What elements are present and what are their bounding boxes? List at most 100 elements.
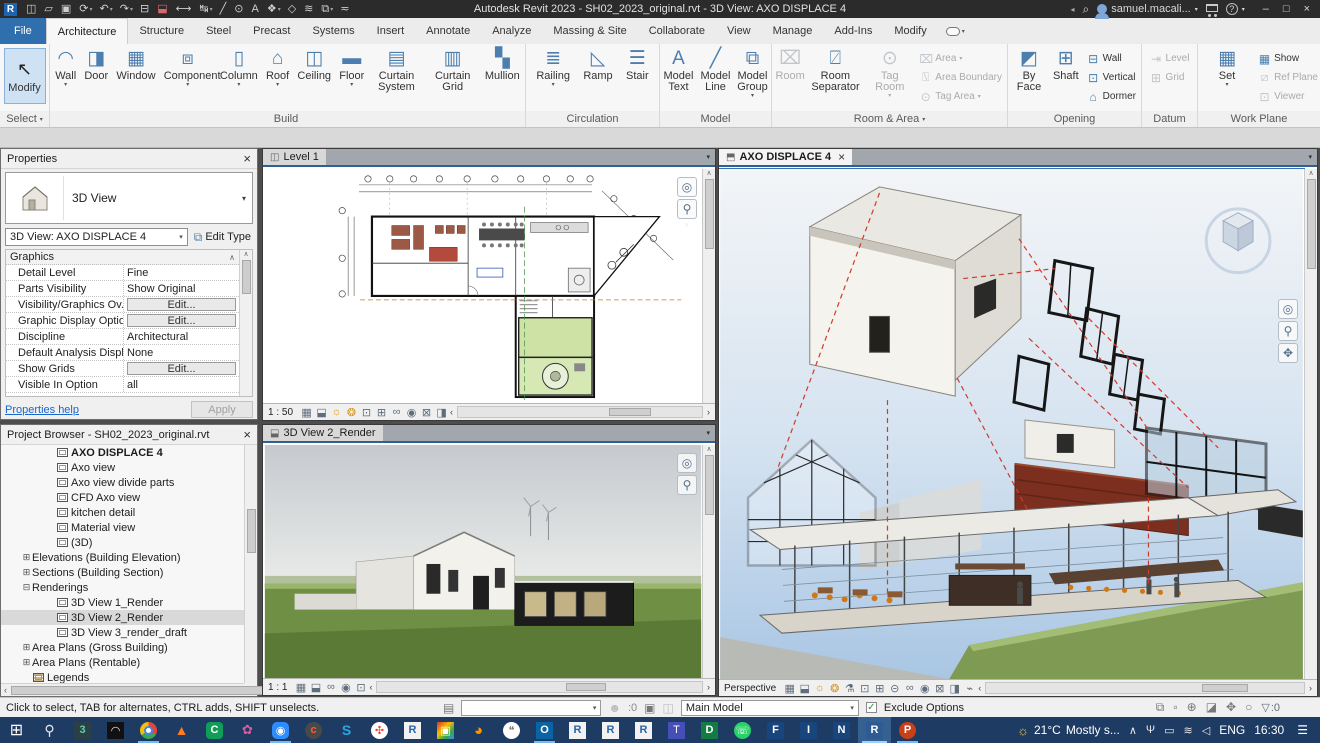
steering-wheel-icon[interactable]: ◎ <box>677 177 697 197</box>
ribbon-tab[interactable]: Structure <box>128 18 195 44</box>
revit-logo-icon[interactable]: R <box>4 2 17 16</box>
whatsapp-icon[interactable]: ☏ <box>726 717 759 743</box>
chat-app-icon[interactable]: ❝ <box>495 717 528 743</box>
ribbon-small-button[interactable]: ⊞ Grid <box>1148 69 1192 86</box>
properties-header[interactable]: Properties × <box>1 149 257 169</box>
print-icon[interactable]: ⊟ <box>137 1 153 17</box>
type-selector-arrow-icon[interactable]: ▾ <box>236 194 252 203</box>
tab-level1[interactable]: ◫ Level 1 <box>263 149 326 165</box>
drag-on-selection-icon[interactable]: ✥ <box>1226 700 1236 715</box>
tree-item[interactable]: Axo view <box>1 460 244 475</box>
tree-expander-icon[interactable]: ⊞ <box>21 567 32 578</box>
browser-vertical-scrollbar[interactable] <box>244 445 257 683</box>
minimize-button[interactable]: – <box>1263 3 1269 15</box>
view-tab-menu-icon[interactable]: ▾ <box>701 425 715 441</box>
panel-caption-room-area[interactable]: Room & Area ▾ <box>772 111 1007 127</box>
tree-item[interactable]: ⊟ Renderings <box>1 580 244 595</box>
properties-help-link[interactable]: Properties help <box>5 404 79 416</box>
tree-item[interactable]: 3D View 1_Render <box>1 595 244 610</box>
perspective-indicator[interactable]: Perspective <box>724 683 776 694</box>
tab-axo-displace-4[interactable]: ⬒ AXO DISPLACE 4 × <box>719 149 853 165</box>
type-selector[interactable]: 3D View ▾ <box>5 172 253 224</box>
tree-item[interactable]: Legends <box>1 670 244 683</box>
chrome-icon[interactable] <box>132 717 165 743</box>
scroll-left-icon[interactable]: ‹ <box>369 682 372 692</box>
ribbon-button[interactable]: ⌧ Room <box>772 46 807 101</box>
ribbon-button[interactable]: ▤ Curtain System <box>370 46 424 101</box>
detail-line-icon[interactable]: ╱ <box>217 1 231 17</box>
scrollbar-thumb[interactable] <box>565 683 606 691</box>
ribbon-tab[interactable]: Add-Ins <box>823 18 883 44</box>
scrollbar-thumb[interactable] <box>246 509 256 553</box>
ribbon-button[interactable]: ≣ Railing ▾ <box>533 46 573 90</box>
tree-item[interactable]: Material view <box>1 520 244 535</box>
render-canvas[interactable]: ◎ ⚲ <box>263 445 703 678</box>
property-row[interactable]: Visibility/Graphics Ov... Edit... <box>6 297 239 313</box>
tree-expander-icon[interactable]: ⊞ <box>21 642 32 653</box>
n-app-icon[interactable]: N <box>825 717 858 743</box>
modify-button[interactable]: ↖ Modify <box>3 48 46 104</box>
ribbon-small-button[interactable]: ⌧ Area ▾ <box>917 50 1007 67</box>
navbar-menu-arrow-icon[interactable]: ▾ <box>685 221 689 229</box>
section-icon[interactable]: ◇ <box>285 1 300 17</box>
level1-horizontal-scrollbar[interactable] <box>457 406 703 418</box>
search-icon[interactable]: ⚲ <box>33 717 66 743</box>
apply-button[interactable]: Apply <box>191 401 253 418</box>
microphone-icon[interactable]: Ψ <box>1146 724 1155 737</box>
property-row[interactable]: Detail Level Fine <box>6 265 239 281</box>
file-properties-icon[interactable]: ◫ <box>23 1 40 17</box>
tree-expander-icon[interactable]: ⊟ <box>21 582 32 593</box>
tree-item[interactable]: 3D View 2_Render <box>1 610 244 625</box>
revit-active-icon[interactable]: R <box>858 717 891 743</box>
scale-button[interactable]: 1 : 50 <box>268 407 293 418</box>
vlc-icon[interactable]: ▲ <box>165 717 198 743</box>
property-row[interactable]: Visible In Option all <box>6 377 239 393</box>
customize-quick-access-icon[interactable]: ≂ <box>337 1 353 17</box>
tree-item[interactable]: Axo view divide parts <box>1 475 244 490</box>
touchpad-icon[interactable]: ▭ <box>1164 724 1174 737</box>
zoom-icon[interactable]: ◉ <box>264 717 297 743</box>
volume-icon[interactable]: ◁ <box>1202 724 1210 737</box>
axo-3d-canvas[interactable]: ◎ ⚲ ✥ <box>719 168 1305 680</box>
undo-icon[interactable]: ↶ ▾ <box>97 1 116 17</box>
active-option-only-icon[interactable]: ◫ <box>663 701 674 715</box>
visual-style-icon[interactable]: ⬓ <box>797 682 812 695</box>
view-tab-menu-icon[interactable]: ▾ <box>1303 149 1317 165</box>
close-properties-icon[interactable]: × <box>243 151 251 166</box>
steering-wheel-icon[interactable]: ◎ <box>677 453 697 473</box>
ribbon-tab[interactable]: Massing & Site <box>542 18 637 44</box>
ribbon-small-button[interactable]: ⊙ Tag Area ▾ <box>917 88 1007 105</box>
ribbon-small-button[interactable]: ⊡ Viewer <box>1256 88 1320 105</box>
scrollbar-thumb[interactable] <box>241 260 251 294</box>
ribbon-button[interactable]: ☰ Stair <box>623 46 652 90</box>
close-button[interactable]: × <box>1304 3 1310 15</box>
modify-options-toggle[interactable]: ▾ <box>945 18 965 44</box>
tree-item[interactable]: AXO DISPLACE 4 <box>1 445 244 460</box>
clock[interactable]: 16:30 <box>1254 723 1284 737</box>
ribbon-button[interactable]: ◩ By Face <box>1011 46 1047 101</box>
zoom-tool-icon[interactable]: ⚲ <box>1278 321 1298 341</box>
tab-render-view[interactable]: ⬓ 3D View 2_Render <box>263 425 383 441</box>
scroll-right-icon[interactable]: › <box>707 682 710 692</box>
ribbon-button[interactable]: ▯ Column ▾ <box>217 46 261 90</box>
select-by-face-icon[interactable]: ◪ <box>1206 700 1217 715</box>
ribbon-tab[interactable]: Precast <box>242 18 301 44</box>
ribbon-tab[interactable]: Steel <box>195 18 242 44</box>
zoom-tool-icon[interactable]: ⚲ <box>677 475 697 495</box>
tag-by-category-icon[interactable]: ⊙ <box>231 1 247 17</box>
ribbon-button[interactable]: ⧉ Model Group ▾ <box>734 46 771 101</box>
crop-view-icon[interactable]: ⊡ <box>353 681 368 694</box>
background-processes-icon[interactable]: ○ <box>1245 700 1252 715</box>
ribbon-button[interactable]: ◺ Ramp <box>580 46 615 90</box>
ribbon-small-button[interactable]: ⊟ Wall <box>1085 50 1141 67</box>
scale-detail-icon[interactable]: ▦ <box>299 406 314 419</box>
revit-2-icon[interactable]: R <box>561 717 594 743</box>
render-horizontal-scrollbar[interactable] <box>376 681 703 693</box>
save-icon[interactable]: ▣ <box>58 1 75 17</box>
ribbon-tab[interactable]: Annotate <box>415 18 481 44</box>
temporary-hide-icon[interactable]: ◉ <box>917 682 932 695</box>
photos-pinwheel-icon[interactable]: ✣ <box>363 717 396 743</box>
collapse-section-icon[interactable]: ∧ <box>229 253 235 262</box>
ribbon-small-button[interactable]: ▦ Show <box>1256 50 1320 67</box>
graphics-section-header[interactable]: Graphics ∧ <box>6 250 239 265</box>
